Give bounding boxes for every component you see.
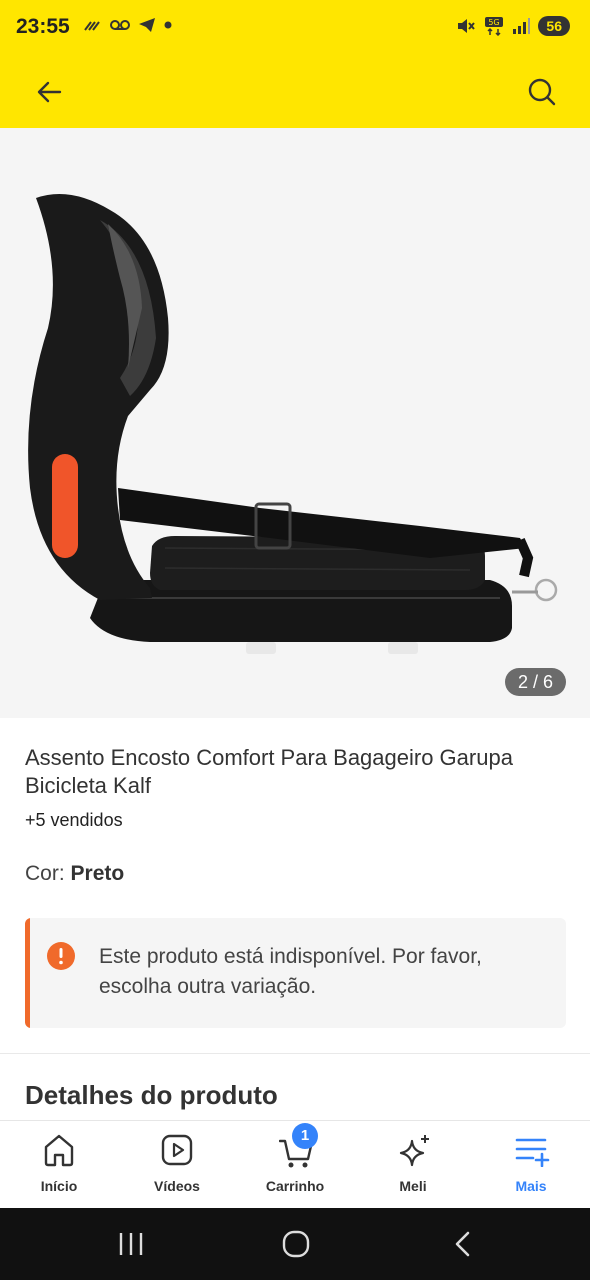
video-icon — [161, 1134, 193, 1166]
product-title: Assento Encosto Comfort Para Bagageiro G… — [25, 745, 513, 798]
product-image — [28, 194, 558, 654]
product-image-gallery[interactable]: 2 / 6 — [0, 128, 590, 718]
unavailable-alert: Este produto está indisponível. Por favo… — [25, 918, 566, 1028]
5g-icon: 5G — [485, 17, 504, 36]
color-variation[interactable]: Cor: Preto — [25, 862, 124, 886]
app-bar — [0, 56, 590, 128]
nav-label-meli: Meli — [399, 1178, 427, 1194]
mute-icon — [458, 19, 476, 33]
dot-icon — [164, 21, 172, 29]
missed-call-icon — [84, 21, 100, 31]
nav-label-videos: Vídeos — [154, 1178, 200, 1194]
sparkle-icon — [399, 1135, 429, 1167]
recent-apps-icon[interactable] — [116, 1230, 146, 1258]
cart-badge: 1 — [292, 1123, 318, 1149]
section-divider — [0, 1053, 590, 1054]
nav-label-more: Mais — [515, 1178, 547, 1194]
menu-plus-icon — [515, 1138, 550, 1167]
nav-item-meli[interactable]: Meli — [354, 1121, 472, 1209]
nav-label-home: Início — [40, 1178, 78, 1194]
battery-level: 56 — [546, 18, 562, 34]
nav-item-home[interactable]: Início — [0, 1121, 118, 1209]
signal-icon — [513, 18, 531, 34]
status-bar: 23:55 5G 56 — [0, 0, 590, 56]
telegram-icon — [139, 18, 155, 32]
product-details-title: Detalhes do produto — [25, 1080, 278, 1110]
arrow-left-icon — [37, 81, 62, 103]
image-page-indicator: 2 / 6 — [504, 668, 566, 696]
status-notification-icons — [84, 17, 172, 33]
nav-item-more[interactable]: Mais — [472, 1121, 590, 1209]
home-icon — [44, 1134, 74, 1167]
voicemail-icon — [110, 20, 130, 30]
alert-accent-bar — [25, 918, 30, 1028]
status-time: 23:55 — [16, 15, 70, 38]
back-nav-icon[interactable] — [448, 1230, 478, 1258]
warning-icon — [47, 942, 75, 970]
back-button[interactable] — [30, 72, 70, 112]
system-navigation-bar — [0, 1208, 590, 1280]
sold-count: +5 vendidos — [25, 810, 123, 830]
status-system-icons: 5G 56 — [456, 16, 570, 36]
nav-item-videos[interactable]: Vídeos — [118, 1121, 236, 1209]
color-label: Cor: — [25, 862, 71, 885]
color-value: Preto — [70, 862, 125, 885]
home-button-icon[interactable] — [281, 1230, 311, 1258]
svg-text:5G: 5G — [489, 18, 500, 27]
battery-icon: 56 — [538, 16, 570, 36]
search-icon — [528, 78, 556, 106]
alert-message: Este produto está indisponível. Por favo… — [99, 945, 482, 998]
search-button[interactable] — [522, 72, 562, 112]
nav-label-cart: Carrinho — [265, 1178, 325, 1194]
